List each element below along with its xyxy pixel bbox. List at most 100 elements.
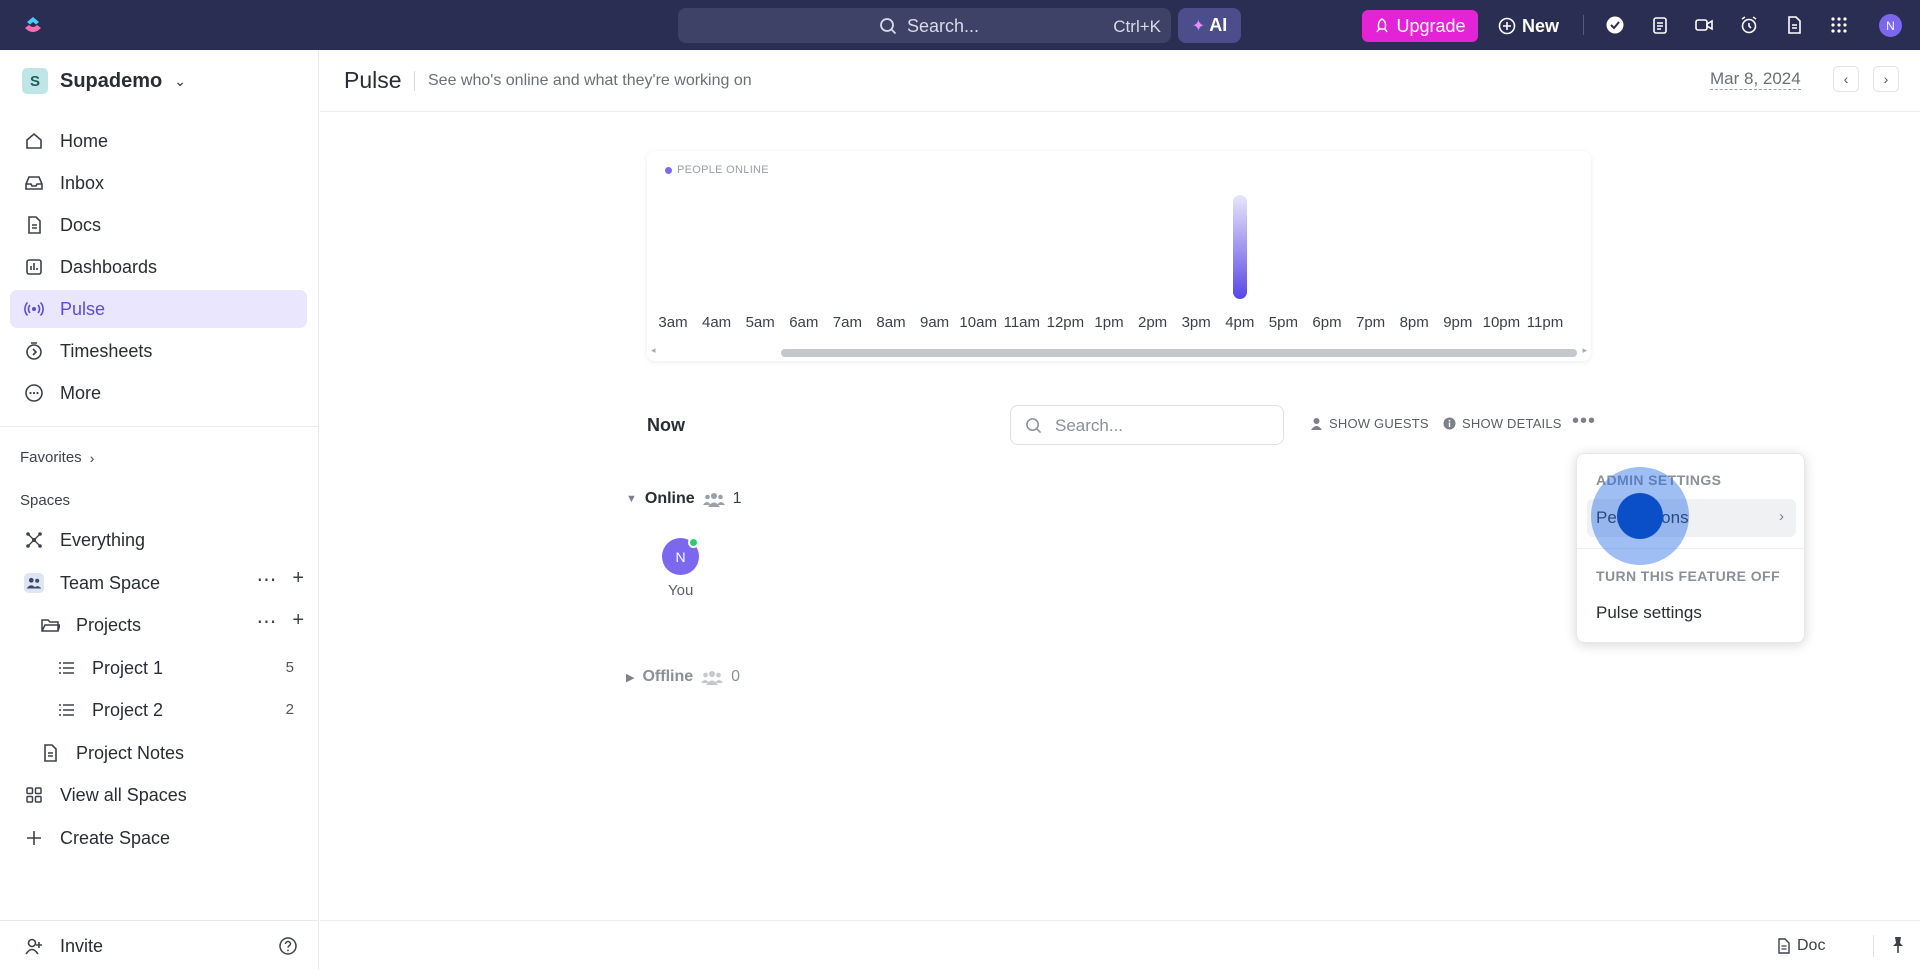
check-circle-icon[interactable] [1605,15,1625,35]
show-guests-toggle[interactable]: SHOW GUESTS [1310,416,1429,431]
folder-open-icon [41,619,60,632]
favorites-section[interactable]: Favorites › [20,449,94,466]
global-search[interactable]: Search... Ctrl+K [678,8,1171,43]
pin-icon[interactable] [1888,935,1908,955]
hour-label: 11am [1003,314,1041,331]
people-icon [701,671,724,685]
next-day-button[interactable]: › [1873,66,1899,92]
grid-icon [26,787,42,803]
notepad-icon[interactable] [1650,15,1670,35]
sidebar-item-inbox[interactable]: Inbox [10,164,307,202]
previous-day-button[interactable]: ‹ [1833,66,1859,92]
plus-icon[interactable]: + [292,567,304,592]
hour-label: 10pm [1482,314,1521,331]
sidebar-item-timesheets[interactable]: Timesheets [10,332,307,370]
hour-label: 3pm [1181,314,1211,331]
chevron-left-icon: ‹ [1843,71,1849,87]
offline-group-header[interactable]: ▶ Offline 0 [626,668,740,686]
rocket-icon [1376,18,1389,33]
sidebar-item-dashboards[interactable]: Dashboards [10,248,307,286]
doc-button[interactable]: Doc [1776,937,1825,955]
sidebar-item-home[interactable]: Home [10,122,307,160]
offline-label: Offline [642,668,694,685]
sidebar-item-docs[interactable]: Docs [10,206,307,244]
sidebar-item-label: Team Space [60,572,161,593]
sidebar-item-label: Create Space [60,827,171,848]
user-avatar-top[interactable]: N [1879,14,1902,37]
workspace-switcher[interactable]: S Supademo ⌄ [22,68,186,94]
document-icon[interactable] [1784,15,1804,35]
inbox-icon [25,176,43,190]
document-icon [44,744,57,762]
ellipsis-icon[interactable]: ⋯ [256,567,276,592]
caret-right-icon: ▶ [626,671,635,684]
sidebar-item-project-2[interactable]: Project 2 [42,691,307,729]
docs-icon [28,216,41,234]
help-icon[interactable] [278,936,298,956]
new-label: New [1522,15,1560,36]
sidebar-item-view-all-spaces[interactable]: View all Spaces [10,776,307,814]
topbar-divider [1583,15,1584,35]
info-icon [1443,417,1456,430]
sidebar-item-label: Timesheets [60,340,153,361]
date-picker[interactable]: Mar 8, 2024 [1710,69,1801,90]
sidebar-item-label: Pulse [60,298,106,319]
ellipsis-icon[interactable]: ⋯ [256,609,276,634]
online-group-header[interactable]: ▼ Online 1 [626,490,742,508]
more-options-button[interactable]: ••• [1572,410,1596,433]
sidebar-item-label: Project Notes [76,742,185,763]
pulse-settings-menu-item[interactable]: Pulse settings [1587,594,1796,632]
upgrade-button[interactable]: Upgrade [1362,10,1478,42]
sidebar-item-label: Inbox [60,172,105,193]
user-name: You [668,582,694,599]
sidebar-item-label: Project 1 [92,657,164,678]
people-search-input[interactable] [1055,414,1270,438]
ai-button[interactable]: ✦ AI [1178,8,1241,43]
page-title: Pulse [344,67,402,93]
sidebar-item-project-notes[interactable]: Project Notes [26,734,307,772]
chevron-right-icon: › [1779,508,1784,525]
hour-label: 9pm [1443,314,1473,331]
sidebar-item-label: Project 2 [92,699,164,720]
sidebar-footer: Invite [0,920,318,970]
upgrade-label: Upgrade [1396,15,1466,36]
clickup-logo-icon[interactable] [22,14,44,36]
offline-count: 0 [731,668,741,685]
page-footer: Doc [320,920,1920,970]
people-search[interactable] [1010,405,1284,445]
video-icon[interactable] [1694,15,1714,35]
show-details-toggle[interactable]: SHOW DETAILS [1443,416,1562,431]
header-divider [414,71,415,91]
everything-icon [26,532,42,548]
online-label: Online [644,490,695,507]
sidebar-item-everything[interactable]: Everything [10,521,307,559]
sidebar-item-pulse[interactable]: Pulse [10,290,307,328]
sidebar-item-more[interactable]: More [10,374,307,412]
project-1-count: 5 [285,659,294,676]
chart-legend: PEOPLE ONLINE [665,164,769,176]
alarm-clock-icon[interactable] [1739,15,1759,35]
invite-button[interactable]: Invite [10,927,307,965]
hour-label: 9am [920,314,950,331]
search-shortcut: Ctrl+K [1113,17,1161,36]
sidebar-item-label: More [60,382,102,403]
apps-grid-icon[interactable] [1829,15,1849,35]
scroll-left-icon[interactable]: ◂ [651,345,656,356]
chart-bar[interactable] [1232,195,1247,299]
plus-icon[interactable]: + [292,609,304,634]
legend-dot [665,166,672,174]
hour-label: 2pm [1138,314,1168,331]
document-icon [1778,938,1790,954]
sidebar-item-project-1[interactable]: Project 1 [42,649,307,687]
hour-label: 7am [832,314,862,331]
hour-label: 5pm [1268,314,1298,331]
hour-label: 12pm [1046,314,1085,331]
chevron-right-icon: › [89,449,95,466]
hour-label: 1pm [1094,314,1124,331]
global-search-text: Search... [907,16,980,36]
chart-scrollbar[interactable] [781,349,1577,357]
new-button[interactable]: New [1498,10,1559,42]
scroll-right-icon[interactable]: ▸ [1582,345,1587,356]
chart-hour-labels: 3am 4am 5am 6am 7am 8am 9am 10am 11am 12pm 1pm 2pm 3… [647,314,1591,334]
sidebar-item-create-space[interactable]: Create Space [10,819,307,857]
